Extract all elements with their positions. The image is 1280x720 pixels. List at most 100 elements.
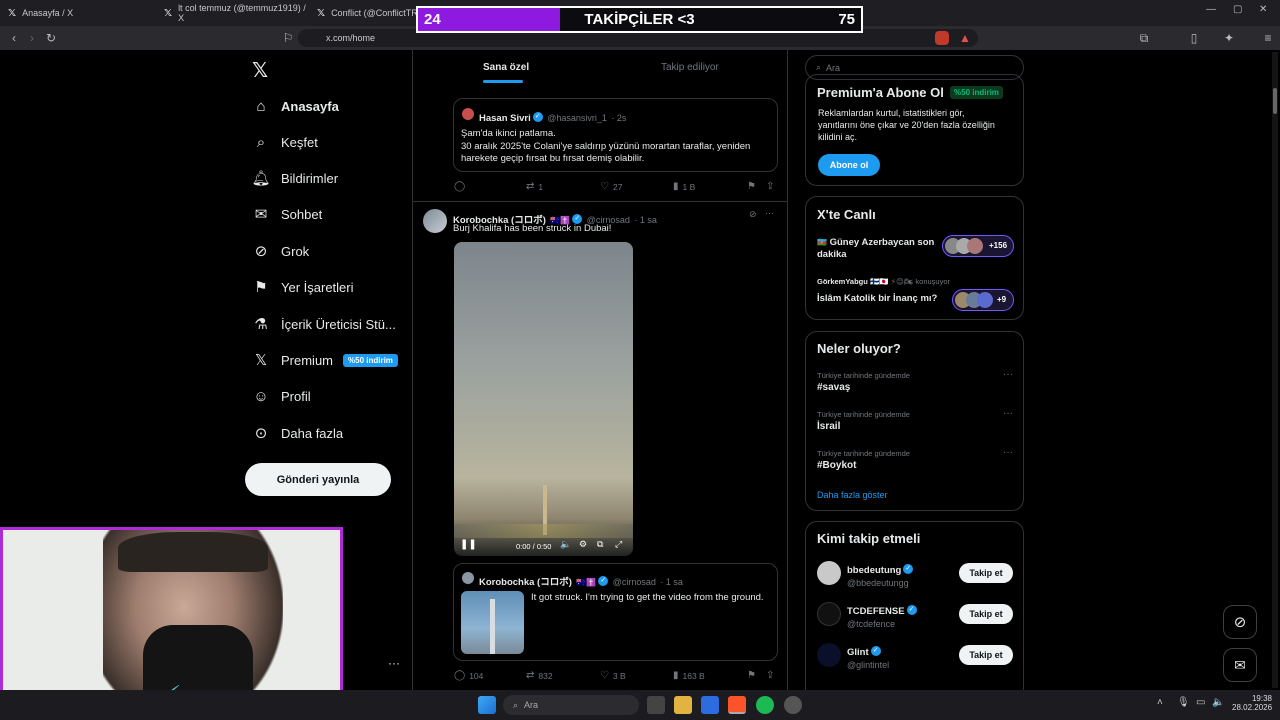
rewards-icon[interactable]: ▲: [956, 29, 974, 47]
network-icon[interactable]: ▭: [1196, 697, 1205, 708]
avatar[interactable]: [462, 108, 474, 120]
store-icon[interactable]: [701, 696, 719, 714]
author-handle[interactable]: @hasansivri_1: [547, 113, 607, 123]
tweet-time[interactable]: · 1 sa: [634, 215, 657, 225]
quoted-media-thumbnail[interactable]: [461, 591, 524, 654]
listeners-pill[interactable]: +156: [942, 235, 1014, 257]
nav-item-9[interactable]: ⊙ Daha fazla: [252, 421, 343, 445]
trend-item[interactable]: #savaş: [817, 382, 850, 393]
close-icon[interactable]: ✕: [1259, 4, 1267, 15]
show-more-link[interactable]: Daha fazla göster: [817, 490, 888, 500]
retweet-button[interactable]: ⇄ 1: [526, 181, 543, 192]
nav-item-0[interactable]: ⌂ Anasayfa: [252, 94, 338, 118]
follow-button[interactable]: Takip et: [959, 645, 1013, 665]
tray-chevron-icon[interactable]: ˄: [1157, 697, 1163, 708]
views-button[interactable]: ▮ 163 B: [673, 670, 705, 681]
space-title[interactable]: Güney Azerbaycan son dakika: [817, 237, 934, 260]
share-button[interactable]: ⇪: [766, 670, 778, 681]
avatar[interactable]: [817, 602, 841, 626]
views-button[interactable]: ▮ 1 B: [673, 181, 695, 192]
forward-icon[interactable]: ›: [23, 29, 41, 47]
fullscreen-icon[interactable]: ⤢: [615, 539, 622, 550]
brave-shield-icon[interactable]: [935, 31, 949, 45]
follow-suggestion[interactable]: Glint ✓ @glintintel: [847, 642, 889, 670]
windows-start-icon[interactable]: [478, 696, 496, 714]
settings-icon[interactable]: ⚙: [579, 539, 587, 550]
grok-icon[interactable]: ⊘: [749, 209, 757, 220]
file-explorer-icon[interactable]: [674, 696, 692, 714]
tweet-time[interactable]: · 2s: [611, 113, 626, 123]
trend-more-icon[interactable]: ···: [1003, 369, 1013, 380]
nav-item-6[interactable]: ⚗ İçerik Üreticisi Stü...: [252, 312, 396, 336]
tab-for-you[interactable]: Sana özel: [483, 62, 529, 73]
account-more-icon[interactable]: ···: [388, 656, 400, 670]
browser-tab[interactable]: 𝕏 Anasayfa / X: [0, 0, 160, 26]
bookmark-button[interactable]: ⚑: [747, 670, 760, 681]
follow-button[interactable]: Takip et: [959, 604, 1013, 624]
nav-item-7[interactable]: 𝕏 Premium %50 indirim: [252, 348, 398, 372]
browser-tab[interactable]: 𝕏 lt col temmuz (@temmuz1919) / X: [156, 0, 311, 26]
share-button[interactable]: ⇪: [766, 181, 778, 192]
back-icon[interactable]: ‹: [5, 29, 23, 47]
nav-item-8[interactable]: ☺ Profil: [252, 384, 310, 408]
minimize-icon[interactable]: —: [1206, 4, 1216, 15]
follow-suggestion[interactable]: TCDEFENSE ✓ @tcdefence: [847, 601, 917, 629]
follow-suggestion[interactable]: bbedeutung ✓ @bbedeutungg: [847, 560, 914, 588]
live-space-item[interactable]: 🇦🇿 Güney Azerbaycan son dakika: [817, 237, 937, 261]
nav-item-5[interactable]: ⚑ Yer İşaretleri: [252, 275, 353, 299]
quoted-tweet[interactable]: Korobochka (コロボ) 🇦🇺✝️ ✓ @cirnosad · 1 sa …: [453, 563, 778, 661]
volume-icon[interactable]: 🔈: [1212, 697, 1224, 708]
tweet-time[interactable]: · 1 sa: [660, 577, 683, 587]
volume-icon[interactable]: 🔈: [560, 539, 571, 550]
trend-more-icon[interactable]: ···: [1003, 408, 1013, 419]
listeners-pill[interactable]: +9: [952, 289, 1014, 311]
author-name[interactable]: Korobochka (コロボ): [479, 577, 572, 588]
bookmark-button[interactable]: ⚑: [747, 181, 760, 192]
subscribe-button[interactable]: Abone ol: [818, 154, 880, 176]
like-button[interactable]: ♡ 27: [600, 181, 622, 192]
trend-item[interactable]: #Boykot: [817, 460, 856, 471]
spotify-icon[interactable]: [756, 696, 774, 714]
more-options-icon[interactable]: ···: [765, 208, 774, 218]
nav-item-2[interactable]: 🔔︎ Bildirimler: [251, 166, 338, 190]
author-handle[interactable]: @cirnosad: [613, 577, 656, 587]
avatar[interactable]: [462, 572, 474, 584]
scrollbar-thumb[interactable]: [1273, 88, 1277, 114]
follow-button[interactable]: Takip et: [959, 563, 1013, 583]
scrollbar-track[interactable]: [1272, 52, 1278, 688]
trend-item[interactable]: İsrail: [817, 421, 840, 432]
video-player[interactable]: ❚❚ 0:00 / 0:50 🔈 ⚙ ⧉ ⤢: [454, 242, 633, 556]
nav-item-4[interactable]: ⊘ Grok: [252, 239, 309, 263]
like-button[interactable]: ♡ 3 B: [600, 670, 626, 681]
pip-icon[interactable]: ⧉: [597, 539, 603, 550]
brave-browser-icon[interactable]: [728, 696, 746, 714]
menu-icon[interactable]: ≡: [1259, 29, 1277, 47]
reply-button[interactable]: ◯: [454, 181, 469, 192]
trend-more-icon[interactable]: ···: [1003, 447, 1013, 458]
nav-item-3[interactable]: ✉ Sohbet: [252, 202, 323, 226]
task-view-icon[interactable]: [647, 696, 665, 714]
extensions-icon[interactable]: ⧉: [1135, 29, 1153, 47]
pause-icon[interactable]: ❚❚: [460, 539, 477, 550]
grok-float-button[interactable]: ⊘: [1223, 605, 1257, 639]
browser-tab[interactable]: 𝕏 Conflict (@ConflictTR) / X: [309, 0, 419, 26]
space-host[interactable]: GörkemYabgu 🇫🇮🇯🇵 ⚡😊🏍 konuşuyor: [817, 277, 950, 286]
avatar[interactable]: [423, 209, 447, 233]
bookmark-page-icon[interactable]: ⚐: [279, 29, 297, 47]
x-logo-icon[interactable]: 𝕏: [252, 58, 268, 83]
ai-icon[interactable]: ✦: [1220, 29, 1238, 47]
clock[interactable]: 19:38 28.02.2026: [1232, 694, 1272, 712]
author-name[interactable]: Hasan Sivri: [479, 113, 531, 124]
nav-item-1[interactable]: ⌕ Keşfet: [252, 130, 318, 154]
sidebar-icon[interactable]: ▯: [1185, 29, 1203, 47]
tab-following[interactable]: Takip ediliyor: [661, 62, 719, 73]
avatar[interactable]: [817, 561, 841, 585]
obs-icon[interactable]: [784, 696, 802, 714]
space-title[interactable]: İslâm Katolik bir İnanç mı?: [817, 293, 937, 304]
quoted-tweet[interactable]: Hasan Sivri ✓ @hasansivri_1 · 2s Şam'da i…: [453, 98, 778, 172]
retweet-button[interactable]: ⇄ 832: [526, 670, 553, 681]
maximize-icon[interactable]: ▢: [1233, 4, 1242, 15]
avatar[interactable]: [817, 643, 841, 667]
reload-icon[interactable]: ↻: [42, 29, 60, 47]
reply-button[interactable]: ◯ 104: [454, 670, 483, 681]
